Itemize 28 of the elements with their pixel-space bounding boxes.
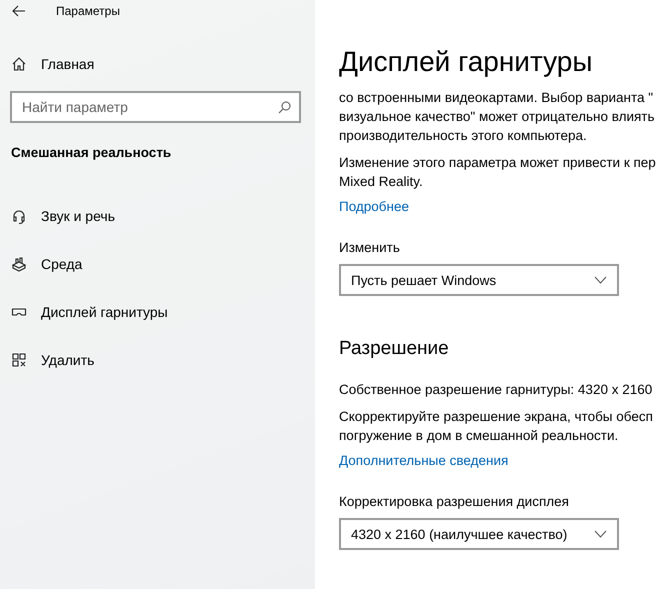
grid-remove-icon bbox=[11, 352, 27, 368]
nav-item[interactable]: Среда bbox=[0, 240, 82, 288]
description-text: Собственное разрешение гарнитуры: 4320 x 2160 bbox=[339, 381, 652, 399]
section-title: Разрешение bbox=[339, 338, 449, 360]
search-field[interactable]: Найти параметр bbox=[10, 91, 301, 123]
search-icon bbox=[278, 101, 291, 114]
nav-item[interactable]: Удалить bbox=[0, 336, 94, 384]
window-title: Параметры bbox=[56, 4, 120, 18]
dropdown[interactable]: Пусть решает Windows bbox=[339, 264, 619, 296]
home-icon bbox=[11, 56, 27, 72]
home-nav-item[interactable]: Главная bbox=[11, 56, 94, 72]
back-icon[interactable] bbox=[12, 5, 26, 17]
info-link[interactable]: Дополнительные сведения bbox=[339, 453, 508, 468]
chevron-icon bbox=[594, 530, 607, 538]
description-text: Изменение этого параметра может привести к пер Mixed Reality. bbox=[339, 154, 656, 191]
description-text: со встроенными видеокартами. Выбор варианта " визуальное качество" может отрицательно влиять производительность этого компьютера. bbox=[339, 89, 655, 145]
page-title: Дисплей гарнитуры bbox=[339, 46, 592, 78]
environment-icon bbox=[11, 256, 27, 272]
info-link[interactable]: Подробнее bbox=[339, 199, 410, 214]
description-text: Скорректируйте разрешение экрана, чтобы обесп погружение в дом в смешанной реальности. bbox=[339, 408, 653, 445]
nav-item[interactable]: Звук и речь bbox=[0, 192, 116, 240]
section-heading: Смешанная реальность bbox=[11, 145, 172, 160]
dropdown-label: Корректировка разрешения дисплея bbox=[339, 494, 569, 509]
headset-icon bbox=[11, 208, 27, 224]
nav-item[interactable]: Дисплей гарнитуры bbox=[0, 288, 168, 336]
dropdown[interactable]: 4320 x 2160 (наилучшее качество) bbox=[339, 518, 619, 550]
chevron-icon bbox=[594, 276, 607, 284]
dropdown-label: Изменить bbox=[339, 240, 400, 255]
